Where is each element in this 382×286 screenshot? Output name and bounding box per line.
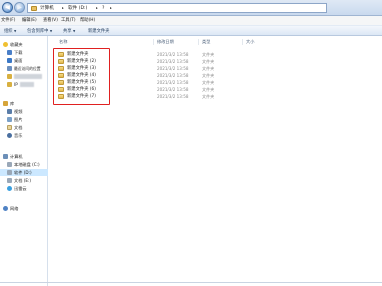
cloud-icon — [7, 186, 12, 191]
desktop-icon — [7, 58, 12, 63]
library-icon — [3, 101, 8, 106]
star-icon — [3, 42, 8, 47]
nav-drive-d[interactable]: 软件 (D:) — [0, 169, 48, 176]
file-type: 文件夹 — [202, 80, 215, 85]
file-date: 2021/3/2 13:58 — [157, 52, 189, 57]
file-date: 2021/3/2 13:58 — [157, 66, 189, 71]
nav-network[interactable]: 网络 — [0, 205, 48, 212]
dropdown-arrow-icon: ▼ — [49, 29, 53, 33]
breadcrumb-drive-d[interactable]: 软件 (D:) — [68, 5, 87, 12]
network-icon — [3, 206, 8, 211]
column-divider[interactable] — [198, 39, 199, 45]
nav-xunlei-cloud[interactable]: 迅雷云 — [0, 185, 48, 192]
column-header-size[interactable]: 大小 — [246, 39, 254, 45]
file-date: 2021/3/2 13:58 — [157, 80, 189, 85]
address-bar: ◀ ▶ 计算机 ▸ 软件 (D:) ▸ ? ▸ — [0, 0, 382, 16]
navigation-pane: 收藏夹 下载 桌面 最近访问的位置 IP 库 视频 图片 文档 音乐 计算机 本… — [0, 36, 48, 286]
share-button[interactable]: 共享 ▼ — [63, 28, 75, 35]
file-type: 文件夹 — [202, 52, 215, 57]
music-icon — [7, 133, 12, 138]
video-icon — [7, 109, 12, 114]
nav-drive-c[interactable]: 本地磁盘 (C:) — [0, 161, 48, 168]
include-in-library-button[interactable]: 包含到库中 ▼ — [27, 28, 52, 35]
drive-icon — [7, 170, 12, 175]
nav-libraries[interactable]: 库 — [0, 100, 48, 107]
file-type: 文件夹 — [202, 59, 215, 64]
nav-documents[interactable]: 文档 — [0, 124, 48, 131]
file-type: 文件夹 — [202, 73, 215, 78]
forward-button[interactable]: ▶ — [14, 2, 25, 13]
download-folder-icon — [7, 50, 12, 55]
document-icon — [7, 125, 12, 130]
file-date: 2021/3/2 13:58 — [157, 94, 189, 99]
nav-drive-e[interactable]: 文档 (E:) — [0, 177, 48, 184]
drive-icon — [7, 162, 12, 167]
breadcrumb-separator-icon[interactable]: ▸ — [110, 5, 112, 12]
back-arrow-icon: ◀ — [5, 4, 10, 11]
nav-videos[interactable]: 视频 — [0, 108, 48, 115]
menu-file[interactable]: 文件(F) — [1, 17, 15, 24]
nav-desktop[interactable]: 桌面 — [0, 57, 48, 64]
column-divider[interactable] — [242, 39, 243, 45]
folder-icon — [7, 82, 12, 87]
nav-redacted-item-2[interactable]: IP — [0, 81, 48, 88]
nav-downloads[interactable]: 下载 — [0, 49, 48, 56]
address-input[interactable]: 计算机 ▸ 软件 (D:) ▸ ? ▸ — [27, 3, 327, 13]
file-date: 2021/3/2 13:58 — [157, 59, 189, 64]
file-type: 文件夹 — [202, 87, 215, 92]
dropdown-arrow-icon: ▼ — [72, 29, 76, 33]
nav-recent-places[interactable]: 最近访问的位置 — [0, 65, 48, 72]
nav-music[interactable]: 音乐 — [0, 132, 48, 139]
column-header-type[interactable]: 类型 — [202, 39, 210, 45]
nav-computer[interactable]: 计算机 — [0, 153, 48, 160]
nav-pictures[interactable]: 图片 — [0, 116, 48, 123]
organize-button[interactable]: 组织 ▼ — [4, 28, 16, 35]
column-header-name[interactable]: 名称 — [59, 39, 67, 45]
menu-view[interactable]: 查看(V) — [43, 17, 58, 24]
new-folder-button[interactable]: 新建文件夹 — [88, 28, 109, 35]
file-date: 2021/3/2 13:58 — [157, 87, 189, 92]
redacted-label — [20, 82, 34, 87]
folder-icon — [31, 6, 37, 11]
recent-places-icon — [7, 66, 12, 71]
menu-edit[interactable]: 编辑(E) — [22, 17, 37, 24]
picture-icon — [7, 117, 12, 122]
folder-icon — [7, 74, 12, 79]
nav-redacted-item-1[interactable] — [0, 73, 48, 80]
dropdown-arrow-icon: ▼ — [13, 29, 17, 33]
column-divider[interactable] — [153, 39, 154, 45]
file-type: 文件夹 — [202, 94, 215, 99]
forward-arrow-icon: ▶ — [17, 4, 22, 11]
redacted-label — [14, 74, 42, 79]
breadcrumb-current-folder[interactable]: ? — [102, 5, 104, 12]
back-button[interactable]: ◀ — [2, 2, 13, 13]
menu-help[interactable]: 帮助(H) — [80, 17, 95, 24]
file-type: 文件夹 — [202, 66, 215, 71]
menu-bar: 文件(F) 编辑(E) 查看(V) 工具(T) 帮助(H) — [0, 16, 382, 25]
drive-icon — [7, 178, 12, 183]
breadcrumb-separator-icon[interactable]: ▸ — [96, 5, 98, 12]
highlight-annotation-box — [53, 48, 110, 105]
computer-icon — [3, 154, 8, 159]
breadcrumb-computer[interactable]: 计算机 — [40, 5, 54, 12]
nav-favorites[interactable]: 收藏夹 — [0, 41, 48, 48]
column-header-date-modified[interactable]: 修改日期 — [157, 39, 174, 45]
file-date: 2021/3/2 13:58 — [157, 73, 189, 78]
window-bottom-border — [0, 282, 382, 283]
command-bar: 组织 ▼ 包含到库中 ▼ 共享 ▼ 新建文件夹 — [0, 25, 382, 36]
menu-tools[interactable]: 工具(T) — [61, 17, 76, 24]
breadcrumb-separator-icon[interactable]: ▸ — [62, 5, 64, 12]
